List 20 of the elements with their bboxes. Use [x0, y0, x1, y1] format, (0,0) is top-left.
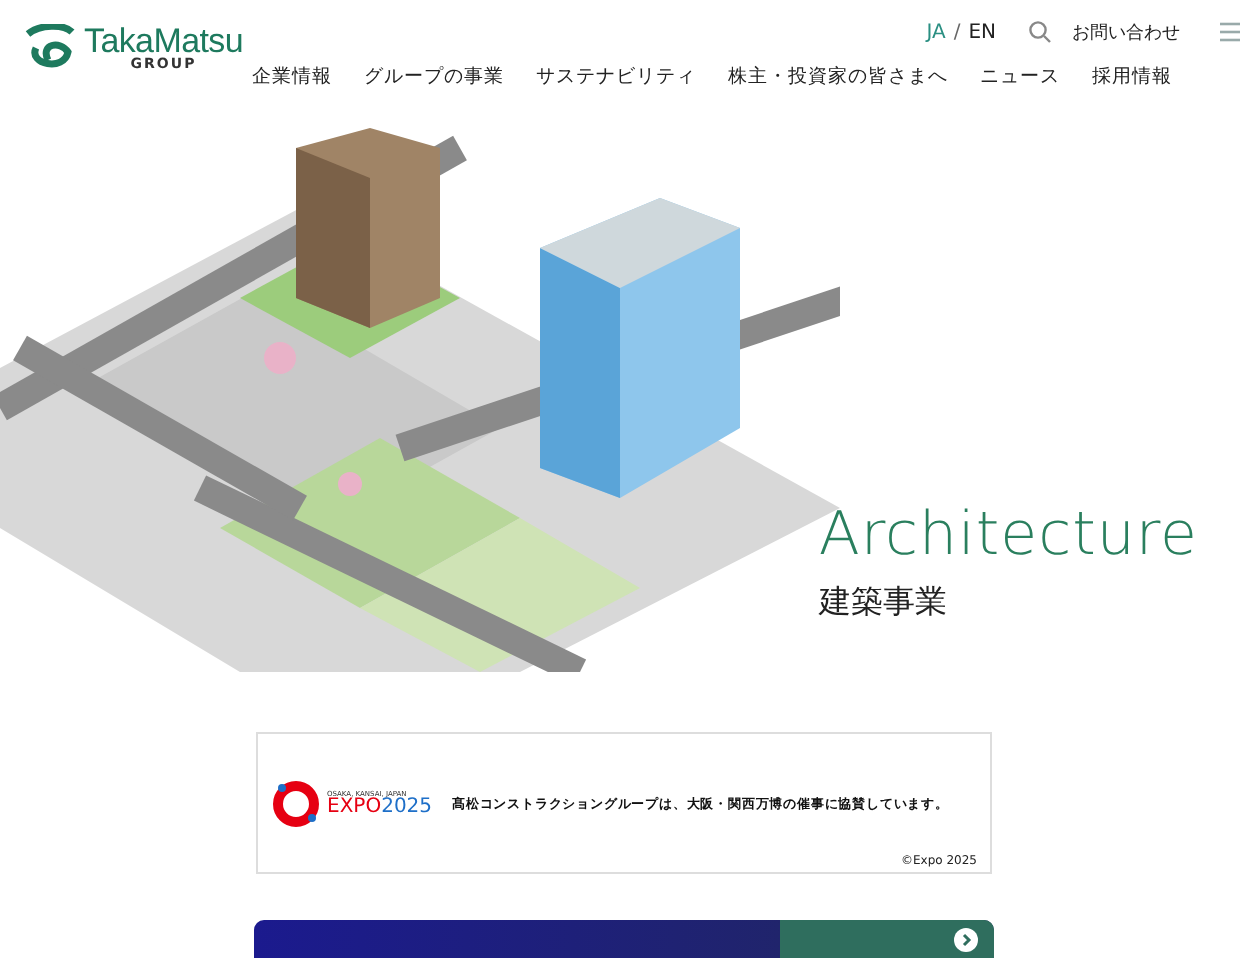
nav-link[interactable]: 採用情報: [1092, 64, 1172, 90]
logo-wordmark: TakaMatsu: [84, 24, 244, 58]
hero-subtitle: 建築事業: [818, 582, 949, 624]
arrow-circle-icon: [953, 927, 977, 952]
language-link[interactable]: JA: [926, 21, 946, 43]
nav-link[interactable]: 企業情報: [252, 64, 332, 90]
logo-icon: [24, 24, 76, 72]
hero-title: Architecture: [818, 500, 1198, 570]
expo-logo-icon: [269, 778, 321, 830]
details-button[interactable]: [779, 919, 993, 958]
language-separator: /: [953, 21, 961, 43]
promo-banner[interactable]: [253, 919, 993, 958]
search-icon[interactable]: [1028, 20, 1052, 44]
nav-link[interactable]: 株主・投資家の皆さまへ: [728, 64, 948, 90]
nav-link[interactable]: サステナビリティ: [536, 64, 696, 90]
nav-link[interactable]: ニュース: [980, 64, 1060, 90]
language-link[interactable]: EN: [968, 21, 996, 43]
contact-link[interactable]: お問い合わせ: [1072, 19, 1180, 45]
expo-logo-wordmark: EXPO2025: [327, 798, 433, 818]
nav-link[interactable]: グループの事業: [364, 64, 504, 90]
